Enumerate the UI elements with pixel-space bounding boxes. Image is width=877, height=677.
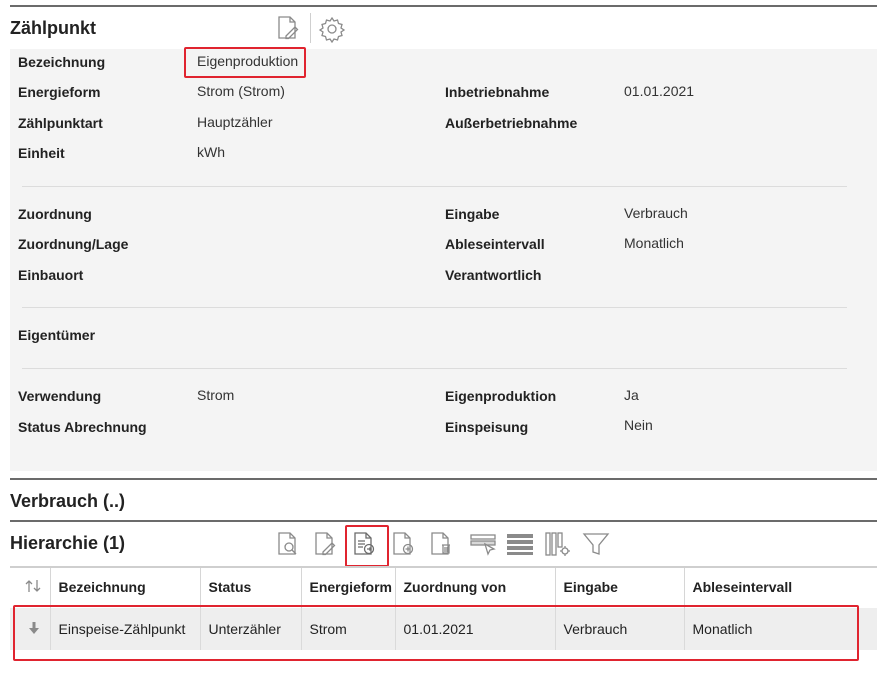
table-header-row: Bezeichnung Status Energieform Zuordnung… — [10, 566, 877, 608]
label-einspeisung: Einspeisung — [445, 419, 529, 435]
view-document-icon[interactable] — [273, 529, 303, 559]
sort-icon[interactable] — [24, 578, 44, 594]
label-inbetriebnahme: Inbetriebnahme — [445, 84, 550, 100]
divider — [22, 368, 847, 369]
column-header-zuordnung-von[interactable]: Zuordnung von — [395, 566, 556, 608]
column-header-ableseintervall[interactable]: Ableseintervall — [684, 566, 877, 608]
verbrauch-title[interactable]: Verbrauch (..) — [10, 491, 125, 512]
label-zuordnung-lage: Zuordnung/Lage — [18, 236, 129, 252]
list-rows-icon[interactable] — [505, 529, 535, 559]
value-ableseintervall: Monatlich — [624, 235, 684, 251]
divider — [22, 186, 847, 187]
delete-document-icon[interactable] — [426, 529, 456, 559]
value-energieform: Strom (Strom) — [197, 83, 285, 99]
column-header-status[interactable]: Status — [200, 566, 302, 608]
divider — [22, 307, 847, 308]
label-energieform: Energieform — [18, 84, 101, 100]
value-verwendung: Strom — [197, 387, 235, 403]
label-zuordnung: Zuordnung — [18, 206, 92, 222]
label-status-abrechnung: Status Abrechnung — [18, 419, 147, 435]
value-inbetriebnahme: 01.01.2021 — [624, 83, 695, 99]
label-ausserbetriebnahme: Außerbetriebnahme — [445, 115, 578, 131]
toolbar-separator — [310, 13, 311, 43]
select-row-icon[interactable] — [468, 529, 498, 559]
column-header-eingabe[interactable]: Eingabe — [555, 566, 685, 608]
label-verwendung: Verwendung — [18, 388, 102, 404]
zaehlpunkt-header: Zählpunkt — [10, 5, 877, 49]
value-eigenproduktion: Ja — [624, 387, 639, 403]
column-settings-icon[interactable] — [543, 529, 573, 559]
edit-document-icon[interactable] — [310, 529, 340, 559]
highlight-bezeichnung — [184, 47, 306, 78]
label-bezeichnung: Bezeichnung — [18, 54, 106, 70]
label-eigenproduktion: Eigenproduktion — [445, 388, 557, 404]
verbrauch-header[interactable]: Verbrauch (..) — [10, 478, 877, 520]
label-verantwortlich: Verantwortlich — [445, 267, 542, 283]
column-header-bezeichnung[interactable]: Bezeichnung — [50, 566, 201, 608]
value-einheit: kWh — [197, 144, 225, 160]
filter-icon[interactable] — [581, 529, 611, 559]
add-document-icon[interactable] — [388, 529, 418, 559]
label-eingabe: Eingabe — [445, 206, 500, 222]
edit-document-icon[interactable] — [273, 13, 303, 43]
label-einbauort: Einbauort — [18, 267, 84, 283]
hierarchie-header: Hierarchie (1) — [10, 520, 877, 566]
value-einspeisung: Nein — [624, 417, 653, 433]
zaehlpunkt-details: Bezeichnung Eigenproduktion Energieform … — [10, 49, 877, 471]
label-zaehlpunktart: Zählpunktart — [18, 115, 103, 131]
column-header-energieform[interactable]: Energieform — [301, 566, 396, 608]
highlight-navigate-icon — [345, 525, 389, 567]
table-top-border — [10, 566, 877, 568]
label-eigentuemer: Eigentümer — [18, 327, 96, 343]
label-einheit: Einheit — [18, 145, 65, 161]
hierarchie-title: Hierarchie (1) — [10, 533, 126, 553]
gear-icon[interactable] — [317, 14, 347, 44]
sort-column[interactable] — [10, 566, 51, 608]
zaehlpunkt-title: Zählpunkt — [10, 18, 96, 38]
highlight-table-row — [13, 605, 859, 661]
label-ableseintervall: Ableseintervall — [445, 236, 545, 252]
value-eingabe: Verbrauch — [624, 205, 688, 221]
value-zaehlpunktart: Hauptzähler — [197, 114, 273, 130]
